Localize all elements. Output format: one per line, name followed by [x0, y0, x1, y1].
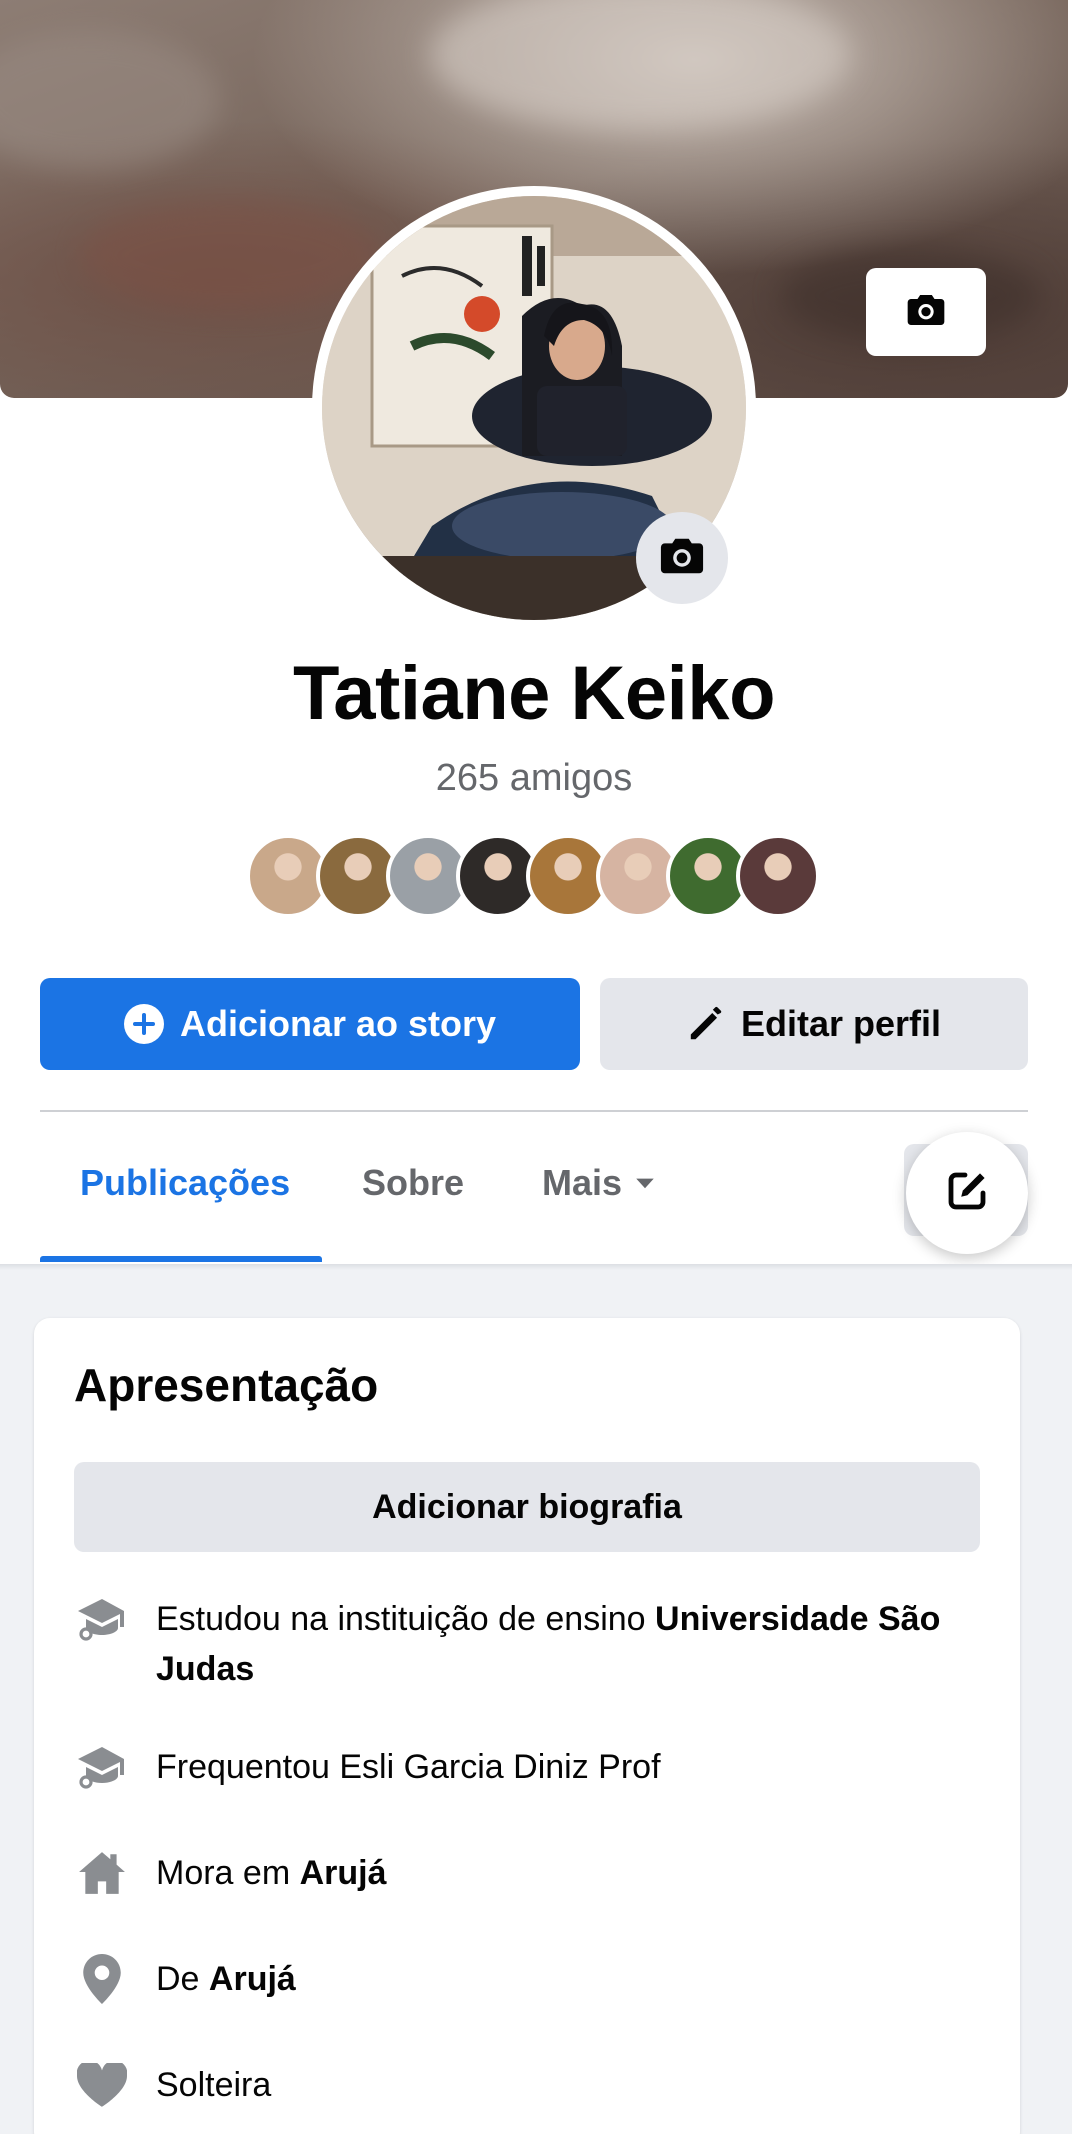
- home-icon: [74, 1848, 130, 1898]
- heart-icon: [74, 2060, 130, 2110]
- from-prefix: De: [156, 1960, 209, 1998]
- attended-text: Frequentou Esli Garcia Diniz Prof: [156, 1748, 661, 1786]
- add-to-story-label: Adicionar ao story: [179, 1003, 497, 1044]
- graduation-cap-icon: [74, 1594, 130, 1644]
- add-to-story-button[interactable]: Adicionar ao story: [40, 978, 580, 1070]
- plus-circle-icon: [123, 1004, 164, 1044]
- camera-icon: [906, 293, 946, 332]
- detail-studied: Estudou na instituição de ensino Univers…: [74, 1594, 984, 1694]
- friend-count[interactable]: 265 amigos: [0, 757, 1068, 800]
- from-city[interactable]: Arujá: [209, 1960, 296, 1998]
- graduation-cap-icon: [74, 1742, 130, 1792]
- tab-more-label: Mais: [542, 1162, 623, 1203]
- compose-post-button[interactable]: [906, 1132, 1028, 1254]
- detail-from: De Arujá: [74, 1954, 984, 2004]
- active-tab-indicator: [40, 1256, 322, 1262]
- studied-prefix: Estudou na instituição de ensino: [156, 1600, 656, 1638]
- detail-attended: Frequentou Esli Garcia Diniz Prof: [74, 1742, 984, 1792]
- lives-prefix: Mora em: [156, 1854, 300, 1892]
- intro-title: Apresentação: [74, 1359, 379, 1411]
- lives-city[interactable]: Arujá: [300, 1854, 387, 1892]
- cover-camera-button[interactable]: [866, 268, 986, 356]
- add-bio-button[interactable]: Adicionar biografia: [74, 1462, 980, 1552]
- camera-icon: [659, 536, 705, 581]
- profile-picture-camera-button[interactable]: [636, 512, 728, 604]
- tab-about[interactable]: Sobre: [362, 1162, 464, 1204]
- detail-lives: Mora em Arujá: [74, 1848, 984, 1898]
- detail-relationship: Solteira: [74, 2060, 984, 2110]
- edit-profile-button[interactable]: Editar perfil: [600, 978, 1028, 1070]
- pencil-icon: [687, 1005, 725, 1043]
- relationship-text: Solteira: [156, 2066, 272, 2104]
- profile-name: Tatiane Keiko: [292, 651, 776, 736]
- intro-card: Apresentação Adicionar biografia Estudou…: [34, 1318, 1020, 2134]
- map-pin-icon: [74, 1954, 130, 2004]
- friend-avatars[interactable]: [246, 834, 826, 918]
- edit-profile-label: Editar perfil: [740, 1003, 942, 1044]
- divider: [40, 1110, 1028, 1112]
- caret-down-icon: [634, 1176, 656, 1190]
- tab-posts[interactable]: Publicações: [80, 1162, 290, 1204]
- tab-more[interactable]: Mais: [542, 1162, 656, 1204]
- compose-icon: [943, 1167, 991, 1220]
- friend-avatar[interactable]: [736, 834, 820, 918]
